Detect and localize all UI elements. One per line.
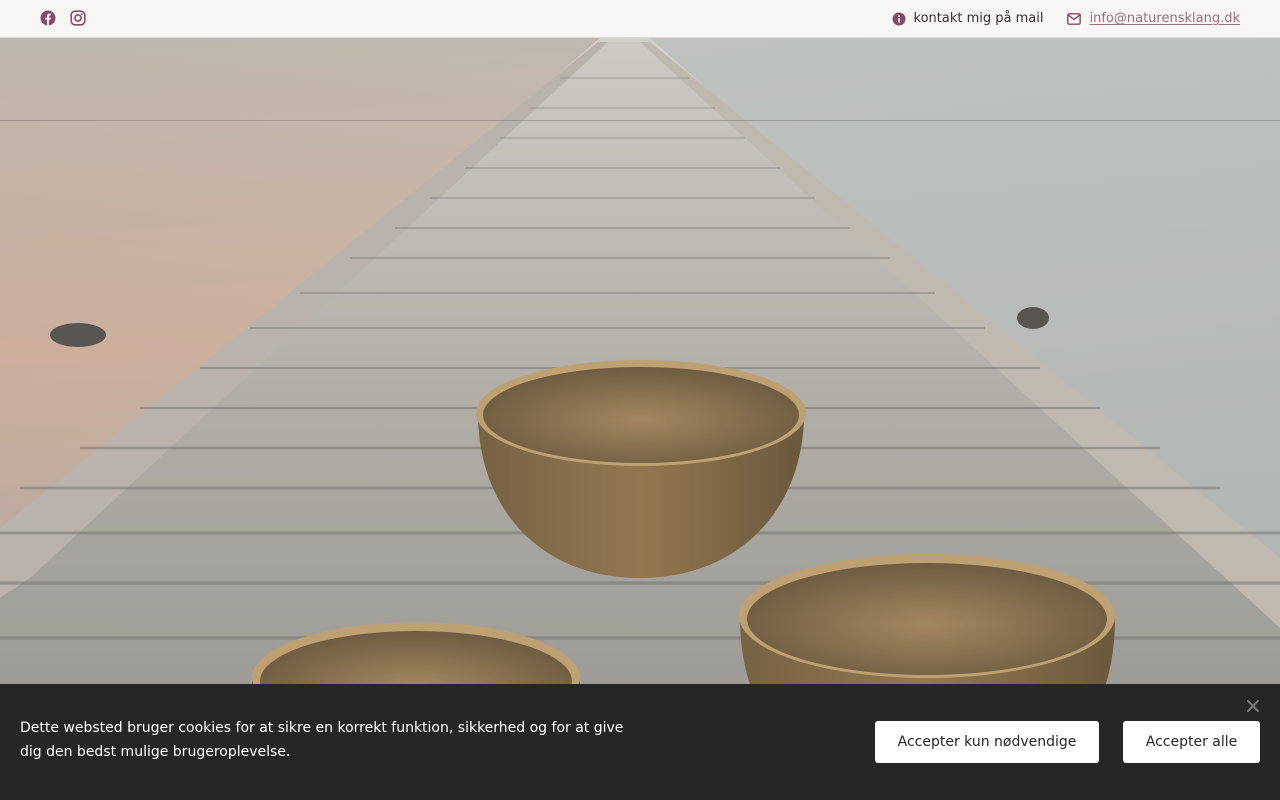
email-item: info@naturensklang.dk xyxy=(1067,11,1240,26)
email-link[interactable]: info@naturensklang.dk xyxy=(1089,11,1240,26)
top-bar: kontakt mig på mail info@naturensklang.d… xyxy=(0,0,1280,38)
social-links xyxy=(40,10,86,26)
contact-info: kontakt mig på mail info@naturensklang.d… xyxy=(892,0,1240,37)
accept-necessary-button[interactable]: Accepter kun nødvendige xyxy=(875,721,1099,763)
mail-icon xyxy=(1067,12,1082,25)
cookie-message: Dette websted bruger cookies for at sikr… xyxy=(20,720,624,760)
cookie-banner: Dette websted bruger cookies for at sikr… xyxy=(0,684,1280,800)
accept-all-button[interactable]: Accepter alle xyxy=(1123,721,1260,763)
close-icon[interactable] xyxy=(1244,697,1262,715)
info-icon xyxy=(892,12,906,25)
instagram-icon[interactable] xyxy=(70,10,86,26)
contact-mail-info: kontakt mig på mail xyxy=(892,11,1044,26)
contact-label: kontakt mig på mail xyxy=(913,11,1044,26)
facebook-icon[interactable] xyxy=(40,10,56,26)
hero-divider xyxy=(0,120,1280,121)
